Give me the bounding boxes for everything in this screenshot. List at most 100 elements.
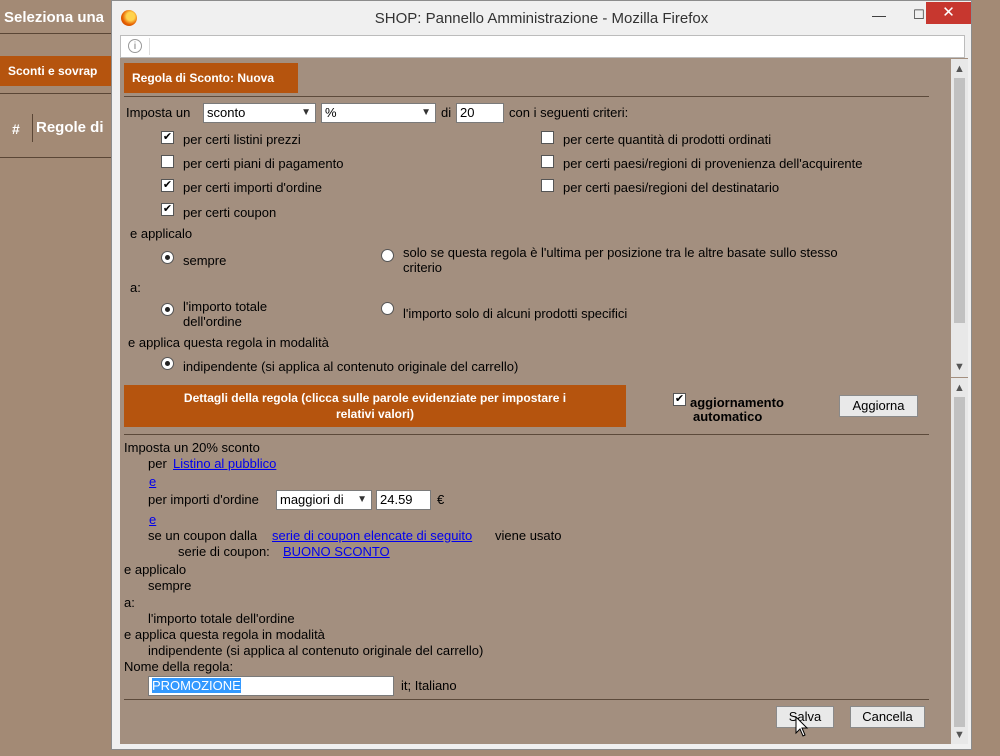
auto-update-checkbox[interactable]: ✔ [673, 393, 686, 406]
details-header-line2: relativi valori) [335, 407, 415, 421]
background-column-divider [32, 114, 33, 142]
currency-label: € [437, 492, 445, 507]
scrollbar-thumb[interactable] [954, 78, 965, 323]
discount-unit-value: % [325, 105, 337, 120]
to-specific-label: l'importo solo di alcuni prodotti specif… [403, 306, 628, 321]
coupon-name-link[interactable]: BUONO SCONTO [283, 544, 390, 559]
to-label: a: [130, 280, 141, 295]
background-tab-discounts[interactable]: Sconti e sovrap [0, 56, 112, 86]
background-divider [0, 33, 112, 34]
of-label: di [441, 105, 452, 120]
details-header-line1: Dettagli della regola (clicca sulle paro… [183, 391, 567, 405]
scrollbar-thumb[interactable] [954, 397, 965, 727]
rule-panel-header: Regola di Sconto: Nuova [124, 63, 298, 93]
scroll-down-icon[interactable]: ▼ [951, 359, 968, 375]
details-for-label: per [148, 456, 167, 471]
comparator-select[interactable]: maggiori di ▼ [276, 490, 372, 510]
chevron-down-icon: ▼ [357, 494, 367, 505]
details-apply-value: sempre [148, 578, 192, 593]
info-icon[interactable]: i [128, 39, 142, 53]
criteria-checkbox-payment-plans[interactable] [161, 155, 174, 168]
rule-panel-scrollbar[interactable]: ▲ ▼ [951, 59, 968, 377]
scroll-up-icon[interactable]: ▲ [951, 61, 968, 77]
criteria-checkbox-quantities[interactable] [541, 131, 554, 144]
chevron-down-icon: ▼ [301, 107, 311, 118]
apply-always-radio[interactable] [161, 251, 174, 264]
apply-last-radio[interactable] [381, 249, 394, 262]
coupon-suffix-label: viene usato [495, 528, 562, 543]
to-total-label: l'importo totale dell'ordine [183, 299, 267, 329]
details-apply-label: e applicalo [124, 562, 187, 577]
update-button[interactable]: Aggiorna [839, 395, 918, 417]
set-prefix-label: Imposta un [126, 105, 191, 120]
details-panel-header: Dettagli della regola (clicca sulle paro… [124, 385, 626, 427]
rule-panel-divider [124, 96, 929, 97]
auto-update-label-line1: aggiornamento [690, 395, 784, 410]
apply-always-label: sempre [183, 253, 227, 268]
details-scrollbar[interactable]: ▲ ▼ [951, 378, 968, 744]
to-total-label-line2: dell'ordine [183, 314, 242, 329]
details-mode-label: e applica questa regola in modalità [124, 627, 325, 642]
background-column-hash: # [12, 121, 20, 137]
details-panel-divider [124, 434, 929, 435]
apply-last-label: solo se questa regola è l'ultima per pos… [403, 245, 903, 275]
mouse-cursor-icon [795, 716, 809, 737]
url-bar[interactable]: i [120, 35, 965, 58]
discount-unit-select[interactable]: % ▼ [321, 103, 436, 123]
chevron-down-icon: ▼ [421, 107, 431, 118]
coupon-series-label: serie di coupon: [178, 544, 270, 559]
auto-update-label-line2: automatico [693, 409, 763, 424]
details-to-label: a: [124, 595, 135, 610]
criteria-checkbox-recipient-country[interactable] [541, 179, 554, 192]
mode-independent-label: indipendente (si applica al contenuto or… [183, 359, 519, 374]
details-to-value: l'importo totale dell'ordine [148, 611, 295, 626]
order-amount-input[interactable]: 24.59 [376, 490, 431, 510]
mode-label: e applica questa regola in modalità [128, 335, 329, 350]
footer-divider [124, 699, 929, 700]
criteria-checkbox-buyer-country[interactable] [541, 155, 554, 168]
background-divider [0, 157, 112, 158]
mode-independent-radio[interactable] [161, 357, 174, 370]
criteria-label-price-lists: per certi listini prezzi [183, 132, 301, 147]
to-total-label-line1: l'importo totale [183, 299, 268, 314]
minimize-icon[interactable]: — [869, 7, 889, 27]
to-total-radio[interactable] [161, 303, 174, 316]
firefox-window: SHOP: Pannello Amministrazione - Mozilla… [111, 0, 972, 750]
coupon-prefix-label: se un coupon dalla [148, 528, 258, 543]
language-label: it; Italiano [401, 678, 457, 693]
criteria-label-payment-plans: per certi piani di pagamento [183, 156, 344, 171]
discount-type-select[interactable]: sconto ▼ [203, 103, 316, 123]
coupon-series-link[interactable]: serie di coupon elencate di seguito [272, 528, 472, 543]
scroll-down-icon[interactable]: ▼ [951, 727, 968, 743]
discount-type-value: sconto [207, 105, 246, 120]
scroll-up-icon[interactable]: ▲ [951, 380, 968, 396]
auto-update-label: aggiornamento automatico [690, 396, 784, 424]
discount-amount-input[interactable]: 20 [456, 103, 504, 123]
criteria-checkbox-price-lists[interactable]: ✔ [161, 131, 174, 144]
criteria-label-recipient-country: per certi paesi/regioni del destinatario [563, 180, 780, 195]
popup-content: Regola di Sconto: Nuova Imposta un scont… [120, 58, 968, 744]
criteria-suffix-label: con i seguenti criteri: [509, 105, 629, 120]
background-column-rules: Regole di [36, 119, 104, 136]
window-title: SHOP: Pannello Amministrazione - Mozilla… [374, 10, 709, 27]
order-amount-label: per importi d'ordine [148, 492, 259, 507]
criteria-label-quantities: per certe quantità di prodotti ordinati [563, 132, 772, 147]
criteria-label-coupons: per certi coupon [183, 205, 277, 220]
close-icon[interactable]: ✕ [926, 2, 971, 24]
cancel-button[interactable]: Cancella [850, 706, 925, 728]
price-list-link[interactable]: Listino al pubblico [173, 456, 276, 471]
rule-name-label: Nome della regola: [124, 659, 234, 674]
details-mode-value: indipendente (si applica al contenuto or… [148, 643, 484, 658]
apply-label: e applicalo [130, 226, 193, 241]
and-link-1[interactable]: e [149, 474, 156, 489]
rule-name-value: PROMOZIONE [152, 678, 241, 693]
criteria-checkbox-coupons[interactable]: ✔ [161, 203, 174, 216]
and-link-2[interactable]: e [149, 512, 156, 527]
apply-last-label-line2: criterio [403, 260, 443, 275]
to-specific-radio[interactable] [381, 302, 394, 315]
background-page-title: Seleziona una [4, 9, 105, 26]
criteria-checkbox-order-amounts[interactable]: ✔ [161, 179, 174, 192]
url-separator [149, 38, 150, 55]
rule-name-input[interactable]: PROMOZIONE [148, 676, 394, 696]
comparator-value: maggiori di [280, 492, 344, 507]
